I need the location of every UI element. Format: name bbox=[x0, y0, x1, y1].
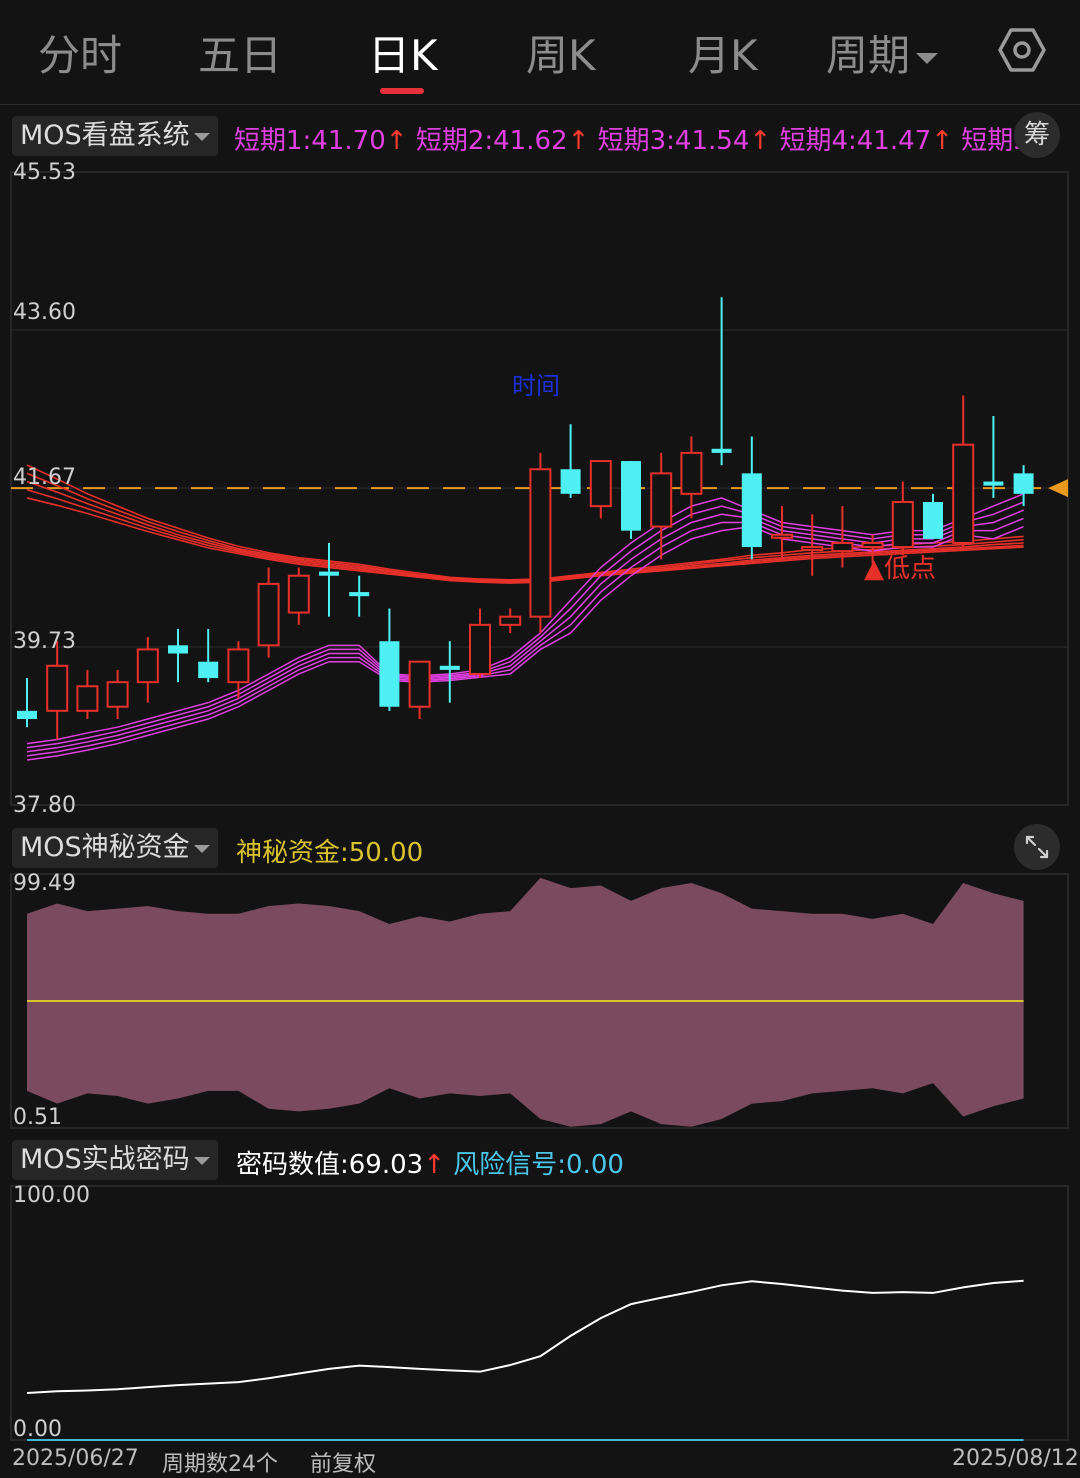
code-y-top: 100.00 bbox=[13, 1183, 90, 1208]
chip-distribution-button[interactable]: 筹 bbox=[1014, 112, 1060, 158]
candle-body-11 bbox=[349, 592, 370, 597]
code-plot-frame bbox=[10, 1185, 1069, 1441]
candle-body-19 bbox=[589, 460, 612, 508]
code-legend: 密码数值:69.03↑ 风险信号:0.00 bbox=[236, 1144, 624, 1181]
code-y-bottom: 0.00 bbox=[13, 1417, 62, 1442]
candle-body-20 bbox=[621, 461, 641, 531]
candle-body-14 bbox=[439, 665, 460, 670]
legend-short2: 短期2:41.62 bbox=[415, 126, 568, 156]
y-label-top: 45.53 bbox=[13, 160, 76, 185]
candle-body-21 bbox=[650, 472, 673, 528]
candle-body-22 bbox=[680, 451, 703, 495]
candle-body-18 bbox=[560, 469, 581, 494]
candle-body-32 bbox=[983, 481, 1004, 486]
candle-body-6 bbox=[198, 661, 219, 679]
end-date: 2025/08/12 bbox=[952, 1446, 1079, 1471]
candle-body-25 bbox=[771, 533, 793, 539]
candle-body-4 bbox=[136, 648, 159, 684]
candle-body-16 bbox=[499, 615, 522, 626]
candle-body-23 bbox=[711, 448, 732, 453]
candle-body-30 bbox=[923, 502, 943, 539]
chevron-down-icon bbox=[193, 132, 210, 141]
candle-body-0 bbox=[17, 710, 37, 720]
tab-weekly-k[interactable]: 周K bbox=[526, 22, 596, 83]
candle-body-31 bbox=[952, 443, 975, 544]
tab-period-dropdown[interactable]: 周期 bbox=[826, 22, 939, 83]
tab-monthly-k[interactable]: 月K bbox=[688, 22, 758, 83]
code-value: 密码数值:69.03 bbox=[236, 1150, 424, 1180]
tab-intraday[interactable]: 分时 bbox=[38, 22, 122, 83]
candle-body-10 bbox=[319, 571, 339, 576]
legend-short4-arrow: ↑ bbox=[931, 126, 953, 156]
legend-short3: 短期3:41.54 bbox=[597, 126, 750, 156]
candle-body-28 bbox=[861, 541, 884, 549]
tab-five-day[interactable]: 五日 bbox=[198, 22, 282, 83]
main-indicator-label: MOS看盘系统 bbox=[20, 120, 190, 151]
period-count: 周期数24个 bbox=[162, 1452, 278, 1477]
fund-y-bottom: 0.51 bbox=[13, 1105, 62, 1130]
code-indicator-label: MOS实战密码 bbox=[20, 1144, 190, 1175]
fund-y-top: 99.49 bbox=[13, 871, 76, 896]
candle-body-9 bbox=[287, 574, 310, 614]
candle-body-24 bbox=[741, 473, 762, 548]
period-tab-bar: 分时 五日 日K 周K 月K 周期 bbox=[0, 0, 1080, 105]
candle-body-17 bbox=[529, 468, 552, 618]
adjust-mode[interactable]: 前复权 bbox=[310, 1446, 376, 1478]
code-line-chart bbox=[10, 1185, 1069, 1441]
code-indicator-select[interactable]: MOS实战密码 bbox=[12, 1140, 218, 1180]
legend-short1: 短期1:41.70 bbox=[234, 126, 386, 156]
annotation-low: ▲低点 bbox=[864, 554, 936, 584]
gear-hexagon-icon[interactable] bbox=[998, 26, 1046, 74]
candlestick-chart bbox=[10, 171, 1069, 806]
expand-diagonal-icon[interactable] bbox=[1014, 824, 1060, 870]
candle-body-3 bbox=[106, 681, 129, 708]
candle-body-2 bbox=[76, 685, 99, 712]
candle-body-27 bbox=[831, 541, 854, 553]
candle-body-33 bbox=[1013, 473, 1034, 494]
legend-short4: 短期4:41.47 bbox=[779, 126, 932, 156]
main-legend: 短期1:41.70↑ 短期2:41.62↑ 短期3:41.54↑ 短期4:41.… bbox=[234, 120, 1030, 157]
main-indicator-select[interactable]: MOS看盘系统 bbox=[12, 116, 218, 156]
risk-signal: 风险信号:0.00 bbox=[453, 1150, 624, 1180]
candle-body-26 bbox=[801, 546, 824, 552]
candle-body-15 bbox=[469, 623, 491, 675]
annotation-time: 时间 bbox=[512, 372, 560, 400]
candle-body-8 bbox=[257, 582, 280, 647]
chevron-down-icon bbox=[193, 1156, 210, 1165]
fund-indicator-label: MOS神秘资金 bbox=[20, 832, 190, 863]
fund-band-area bbox=[27, 877, 1024, 1127]
chevron-down-icon bbox=[916, 53, 939, 64]
start-date: 2025/06/27 bbox=[12, 1446, 139, 1471]
candle-body-1 bbox=[46, 664, 69, 712]
legend-short1-arrow: ↑ bbox=[385, 126, 408, 156]
fund-indicator-select[interactable]: MOS神秘资金 bbox=[12, 828, 218, 868]
price-pointer-icon bbox=[1048, 479, 1068, 498]
tab-period-label: 周期 bbox=[826, 31, 911, 80]
tab-daily-k[interactable]: 日K bbox=[368, 22, 438, 83]
y-label-4: 39.73 bbox=[13, 629, 76, 654]
fund-area-chart bbox=[10, 873, 1069, 1129]
fund-legend: 神秘资金:50.00 bbox=[236, 838, 424, 868]
candle-body-7 bbox=[227, 648, 250, 684]
y-label-ref: 41.67 bbox=[13, 465, 76, 490]
candle-body-12 bbox=[379, 641, 400, 707]
legend-short3-arrow: ↑ bbox=[749, 126, 772, 156]
legend-short2-arrow: ↑ bbox=[567, 126, 590, 156]
candle-body-5 bbox=[168, 645, 188, 654]
code-value-line bbox=[26, 1279, 1024, 1395]
y-label-2: 43.60 bbox=[13, 300, 76, 325]
candle-body-29 bbox=[891, 501, 914, 549]
candle-body-13 bbox=[408, 660, 431, 708]
chevron-down-icon bbox=[193, 844, 210, 853]
y-label-bottom: 37.80 bbox=[13, 793, 76, 818]
code-value-arrow: ↑ bbox=[423, 1150, 445, 1180]
active-tab-indicator bbox=[380, 88, 424, 94]
